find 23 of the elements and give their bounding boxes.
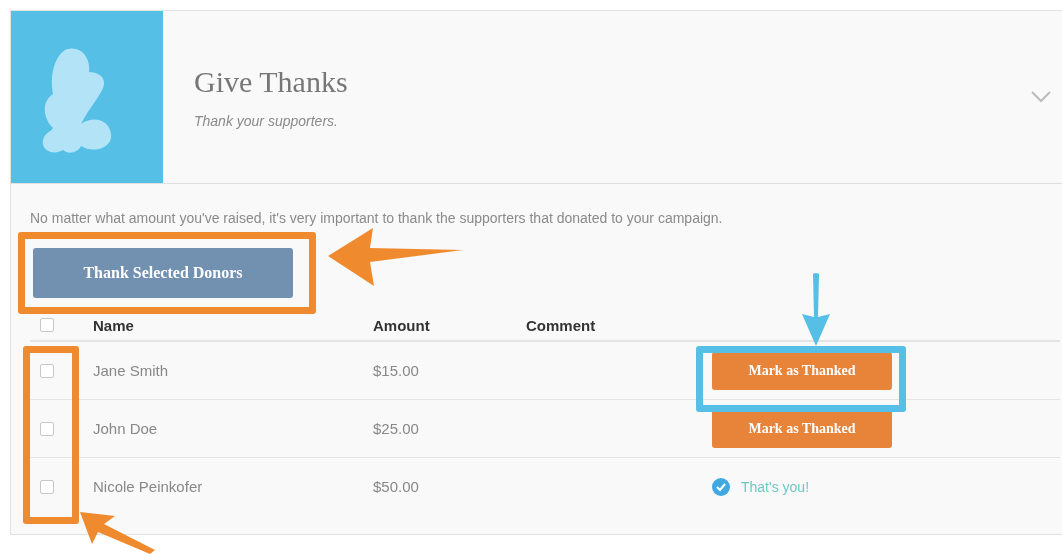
select-all-checkbox[interactable] — [40, 318, 54, 332]
panel-title: Give Thanks — [194, 65, 349, 99]
donor-name: John Doe — [93, 420, 159, 437]
arrow-icon — [802, 272, 830, 346]
panel-subtitle: Thank your supporters. — [194, 113, 339, 129]
donor-name: Jane Smith — [93, 362, 170, 379]
thank-selected-donors-button[interactable]: Thank Selected Donors — [33, 248, 293, 298]
column-header: Comment — [526, 316, 597, 334]
description-text: No matter what amount you've raised, it's very important to thank the supporters that donated to your campaign. — [30, 210, 724, 226]
arrow-icon — [80, 512, 155, 554]
row-checkbox[interactable] — [40, 363, 54, 378]
mark-as-thanked-button[interactable]: Mark as Thanked — [712, 351, 892, 390]
donation-amount: $15.00 — [373, 362, 420, 379]
status-text: That's you! — [741, 478, 810, 495]
row-checkbox[interactable] — [40, 421, 54, 436]
column-header: Name — [93, 316, 135, 334]
donation-amount: $50.00 — [373, 478, 420, 495]
chevron-icon[interactable] — [1030, 90, 1052, 104]
donor-name: Nicole Peinkofer — [93, 478, 204, 495]
donation-amount: $25.00 — [373, 420, 420, 437]
row-checkbox[interactable] — [40, 479, 54, 494]
column-header: Amount — [373, 316, 431, 334]
check-circle-icon — [711, 476, 731, 497]
